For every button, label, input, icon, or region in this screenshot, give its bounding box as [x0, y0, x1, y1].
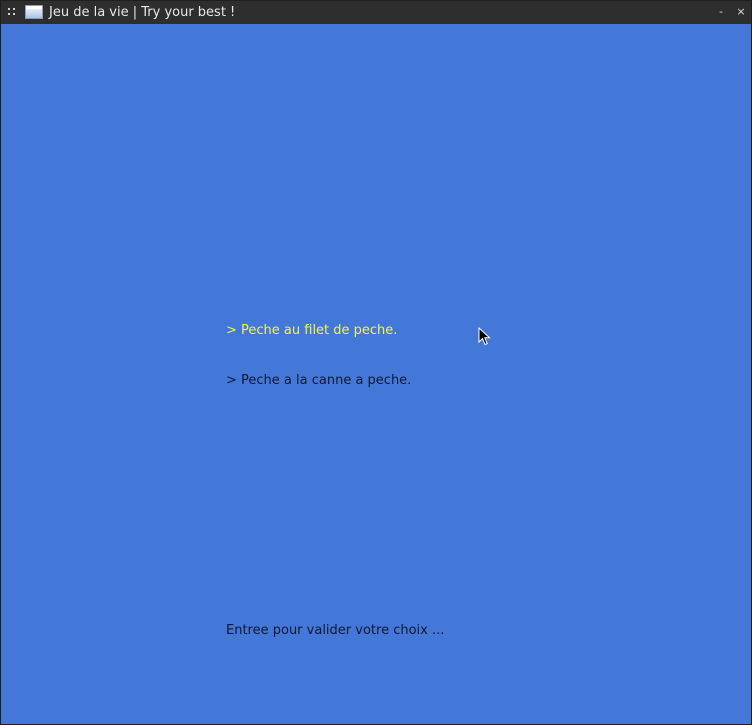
menu-option-rod-fishing[interactable]: > Peche a la canne a peche.	[226, 373, 411, 388]
game-screen: > Peche au filet de peche. > Peche a la …	[1, 24, 751, 724]
menu-option-net-fishing[interactable]: > Peche au filet de peche.	[226, 323, 397, 338]
window-title: Jeu de la vie | Try your best !	[49, 5, 236, 20]
mouse-pointer-icon	[478, 327, 491, 346]
game-window: Jeu de la vie | Try your best ! - × > Pe…	[0, 0, 752, 725]
minimize-button[interactable]: -	[714, 4, 728, 20]
confirm-hint: Entree pour valider votre choix ...	[226, 623, 445, 638]
title-bar[interactable]: Jeu de la vie | Try your best ! - ×	[1, 1, 751, 24]
window-app-icon	[25, 5, 43, 19]
close-button[interactable]: ×	[734, 4, 748, 20]
grip-dots-icon[interactable]	[8, 8, 16, 16]
